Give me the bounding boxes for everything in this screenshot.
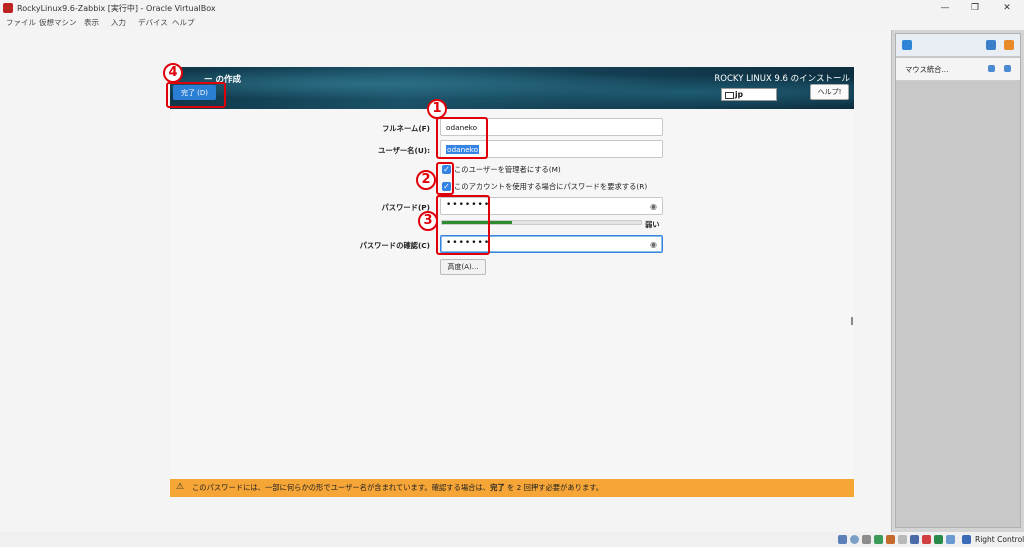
recording-icon[interactable] bbox=[922, 535, 931, 544]
keyboard-icon bbox=[725, 92, 734, 99]
annotation-number-1: 1 bbox=[427, 99, 447, 119]
menubar: ファイル 仮想マシン 表示 入力 デバイス ヘルプ bbox=[0, 16, 1024, 30]
password-strength-label: 弱い bbox=[645, 220, 660, 229]
guest-scroll-indicator bbox=[851, 317, 853, 325]
warning-bar: ⚠ このパスワードには、一部に何らかの形でユーザー名が含まれています。確認する場… bbox=[170, 479, 854, 497]
menu-devices[interactable]: デバイス bbox=[138, 17, 168, 28]
keyboard-layout-text: jp bbox=[735, 90, 743, 99]
warning-icon: ⚠ bbox=[176, 482, 185, 492]
vm-statusbar: Right Control bbox=[0, 532, 1024, 547]
window-titlebar: RockyLinux9.6-Zabbix [実行中] - Oracle Virt… bbox=[0, 0, 1024, 16]
collapse-panel-icon[interactable] bbox=[986, 40, 996, 50]
optical-drive-icon[interactable] bbox=[850, 535, 859, 544]
confirm-password-label: パスワードの確認(C) bbox=[359, 241, 430, 250]
admin-checkbox-label: このユーザーを管理者にする(M) bbox=[454, 165, 561, 174]
menu-input[interactable]: 入力 bbox=[111, 17, 126, 28]
menu-view[interactable]: 表示 bbox=[84, 17, 99, 28]
restore-icon[interactable]: ❐ bbox=[960, 1, 990, 15]
host-key-icon[interactable] bbox=[962, 535, 971, 544]
menu-file[interactable]: ファイル bbox=[6, 17, 36, 28]
menu-machine[interactable]: 仮想マシン bbox=[39, 17, 77, 28]
show-password-eye-icon[interactable]: ◉ bbox=[650, 202, 657, 211]
display-icon[interactable] bbox=[910, 535, 919, 544]
settings-panel-icon[interactable] bbox=[1004, 40, 1014, 50]
dismiss-notice-icon[interactable] bbox=[1004, 65, 1011, 72]
notification-center-icon[interactable] bbox=[902, 40, 912, 50]
os-install-title: ROCKY LINUX 9.6 のインストール bbox=[714, 74, 850, 84]
shared-folder-icon[interactable] bbox=[898, 535, 907, 544]
annotation-number-3: 3 bbox=[418, 211, 438, 231]
audio-icon[interactable] bbox=[862, 535, 871, 544]
cpu-icon[interactable] bbox=[934, 535, 943, 544]
close-icon[interactable]: ✕ bbox=[992, 1, 1022, 15]
menu-help[interactable]: ヘルプ bbox=[172, 17, 195, 28]
minimize-icon[interactable]: — bbox=[930, 1, 960, 15]
annotation-box-4 bbox=[166, 82, 226, 108]
annotation-box-2 bbox=[436, 162, 454, 195]
annotation-box-3 bbox=[436, 195, 490, 255]
annotation-number-4: 4 bbox=[163, 63, 183, 83]
usb-icon[interactable] bbox=[886, 535, 895, 544]
mouse-integration-notice: マウス統合... bbox=[896, 58, 1020, 81]
advanced-button[interactable]: 高度(A)... bbox=[440, 259, 486, 275]
mouse-pointer-icon[interactable] bbox=[988, 65, 995, 72]
window-title: RockyLinux9.6-Zabbix [実行中] - Oracle Virt… bbox=[17, 4, 216, 13]
password-label: パスワード(P) bbox=[381, 203, 430, 212]
hard-disk-icon[interactable] bbox=[838, 535, 847, 544]
require-password-label: このアカウントを使用する場合にパスワードを要求する(R) bbox=[454, 182, 648, 191]
installer-banner: ー の作成 ROCKY LINUX 9.6 のインストール 完了 (D) jp … bbox=[170, 67, 854, 109]
installer-screen: ー の作成 ROCKY LINUX 9.6 のインストール 完了 (D) jp … bbox=[170, 67, 854, 497]
host-key-label: Right Control bbox=[975, 535, 1024, 544]
show-confirm-eye-icon[interactable]: ◉ bbox=[650, 240, 657, 249]
username-label: ユーザー名(U): bbox=[378, 146, 430, 155]
virtualbox-app-icon bbox=[3, 3, 13, 13]
mouse-integration-icon[interactable] bbox=[946, 535, 955, 544]
keyboard-layout-indicator[interactable]: jp bbox=[721, 88, 777, 101]
network-icon[interactable] bbox=[874, 535, 883, 544]
annotation-number-2: 2 bbox=[416, 170, 436, 190]
mouse-integration-text: マウス統合... bbox=[905, 65, 949, 74]
annotation-box-1 bbox=[436, 117, 488, 159]
vm-side-panel: マウス統合... bbox=[891, 30, 1024, 532]
warning-text: このパスワードには、一部に何らかの形でユーザー名が含まれています。確認する場合は… bbox=[192, 483, 604, 492]
fullname-label: フルネーム(F) bbox=[382, 124, 430, 133]
help-button[interactable]: ヘルプ! bbox=[810, 84, 849, 100]
